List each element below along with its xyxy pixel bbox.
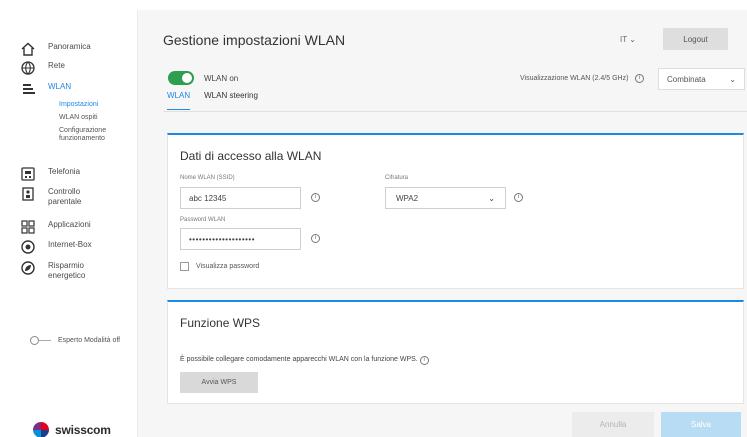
sidebar-item-controllo-parentale[interactable]: Controllo parentale (20, 187, 98, 207)
password-input[interactable]: •••••••••••••••••••• (180, 228, 301, 250)
tab-wlan[interactable]: WLAN (167, 90, 191, 110)
sidebar-item-label: Controllo parentale (48, 187, 82, 206)
info-icon[interactable]: i (514, 193, 523, 202)
chevron-down-icon: ⌄ (729, 74, 736, 84)
cipher-value: WPA2 (396, 193, 419, 203)
globe-icon (21, 61, 35, 75)
toggle-knob (182, 73, 192, 83)
save-button[interactable]: Salva (661, 412, 741, 437)
tabs-divider (163, 111, 747, 112)
info-icon[interactable]: i (311, 234, 320, 243)
wlan-toggle[interactable] (168, 71, 194, 85)
cancel-button[interactable]: Annulla (572, 412, 654, 437)
sidebar-item-risparmio-energetico[interactable]: Risparmio energetico (20, 261, 103, 281)
sidebar-item-panoramica[interactable]: Panoramica (20, 42, 91, 56)
wps-card: Funzione WPS È possibile collegare comod… (167, 300, 744, 404)
sidebar-item-label: Internet-Box (48, 240, 92, 249)
tab-wlan-steering[interactable]: WLAN steering (204, 90, 258, 110)
sidebar-item-wlan[interactable]: WLAN (20, 82, 71, 96)
wlan-view-value: Combinata (667, 74, 706, 84)
sidebar-subitem-configurazione[interactable]: Configurazione funzionamento (59, 127, 129, 143)
logout-button[interactable]: Logout (663, 28, 728, 50)
parental-icon (22, 187, 34, 201)
cipher-select[interactable]: WPA2 ⌄ (385, 187, 506, 209)
phone-icon (21, 167, 35, 181)
sidebar: Panoramica Rete WLAN Impostazioni WLAN o… (10, 10, 138, 437)
leaf-icon (21, 261, 35, 275)
wps-description: È possibile collegare comodamente appare… (180, 356, 429, 365)
brand-name: swisscom (55, 423, 111, 437)
sidebar-item-applicazioni[interactable]: Applicazioni (20, 220, 91, 234)
wlan-view-label: Visualizzazione WLAN (2.4/5 GHz) (520, 75, 629, 82)
main-content: Gestione impostazioni WLAN IT ⌄ Logout W… (138, 10, 747, 437)
sidebar-item-internet-box[interactable]: Internet-Box (20, 240, 92, 254)
tab-bar: WLAN WLAN steering (167, 90, 272, 110)
router-icon (21, 240, 35, 254)
sidebar-item-label: Applicazioni (48, 220, 91, 229)
page-title: Gestione impostazioni WLAN (163, 32, 346, 48)
access-data-card: Dati di accesso alla WLAN Nome WLAN (SSI… (167, 133, 744, 289)
show-password-label: Visualizza password (196, 263, 260, 270)
wps-description-text: È possibile collegare comodamente appare… (180, 356, 418, 363)
sidebar-subitem-impostazioni[interactable]: Impostazioni (59, 101, 98, 109)
chevron-down-icon: ⌄ (488, 193, 495, 203)
swisscom-lifeform-icon (33, 422, 49, 437)
wps-card-title: Funzione WPS (180, 316, 261, 330)
info-icon[interactable]: i (635, 74, 644, 83)
password-label: Password WLAN (180, 217, 226, 223)
sidebar-item-label: Rete (48, 61, 65, 70)
language-selector[interactable]: IT ⌄ (620, 35, 636, 44)
sidebar-item-telefonia[interactable]: Telefonia (20, 167, 80, 181)
language-value: IT (620, 35, 627, 44)
wifi-icon (23, 84, 35, 94)
access-card-title: Dati di accesso alla WLAN (180, 149, 322, 163)
cipher-label: Cifratura (385, 175, 409, 181)
info-icon[interactable]: i (311, 193, 320, 202)
swisscom-logo: swisscom (32, 421, 111, 437)
expert-mode-label: Esperto Modalità off (58, 337, 121, 344)
info-icon[interactable]: i (419, 356, 429, 365)
wlan-view-select[interactable]: Combinata ⌄ (658, 68, 745, 90)
sidebar-item-label: Risparmio energetico (48, 261, 86, 280)
expert-switch[interactable] (30, 336, 52, 345)
sidebar-item-label: Panoramica (48, 42, 91, 51)
ssid-input[interactable]: abc 12345 (180, 187, 301, 209)
ssid-label: Nome WLAN (SSID) (180, 175, 235, 181)
expert-mode-toggle[interactable]: Esperto Modalità off (30, 336, 120, 345)
sidebar-item-label: WLAN (48, 82, 72, 91)
chevron-down-icon: ⌄ (629, 35, 636, 44)
sidebar-item-label: Telefonia (48, 167, 81, 176)
sidebar-item-rete[interactable]: Rete (20, 61, 65, 75)
toggle-knob (30, 336, 39, 345)
wlan-toggle-label: WLAN on (204, 74, 239, 83)
apps-icon (21, 220, 35, 234)
home-icon (21, 42, 35, 56)
show-password-checkbox[interactable] (180, 262, 189, 271)
sidebar-subitem-wlan-ospiti[interactable]: WLAN ospiti (59, 114, 98, 122)
toggle-track (39, 340, 51, 341)
start-wps-button[interactable]: Avvia WPS (180, 372, 258, 393)
